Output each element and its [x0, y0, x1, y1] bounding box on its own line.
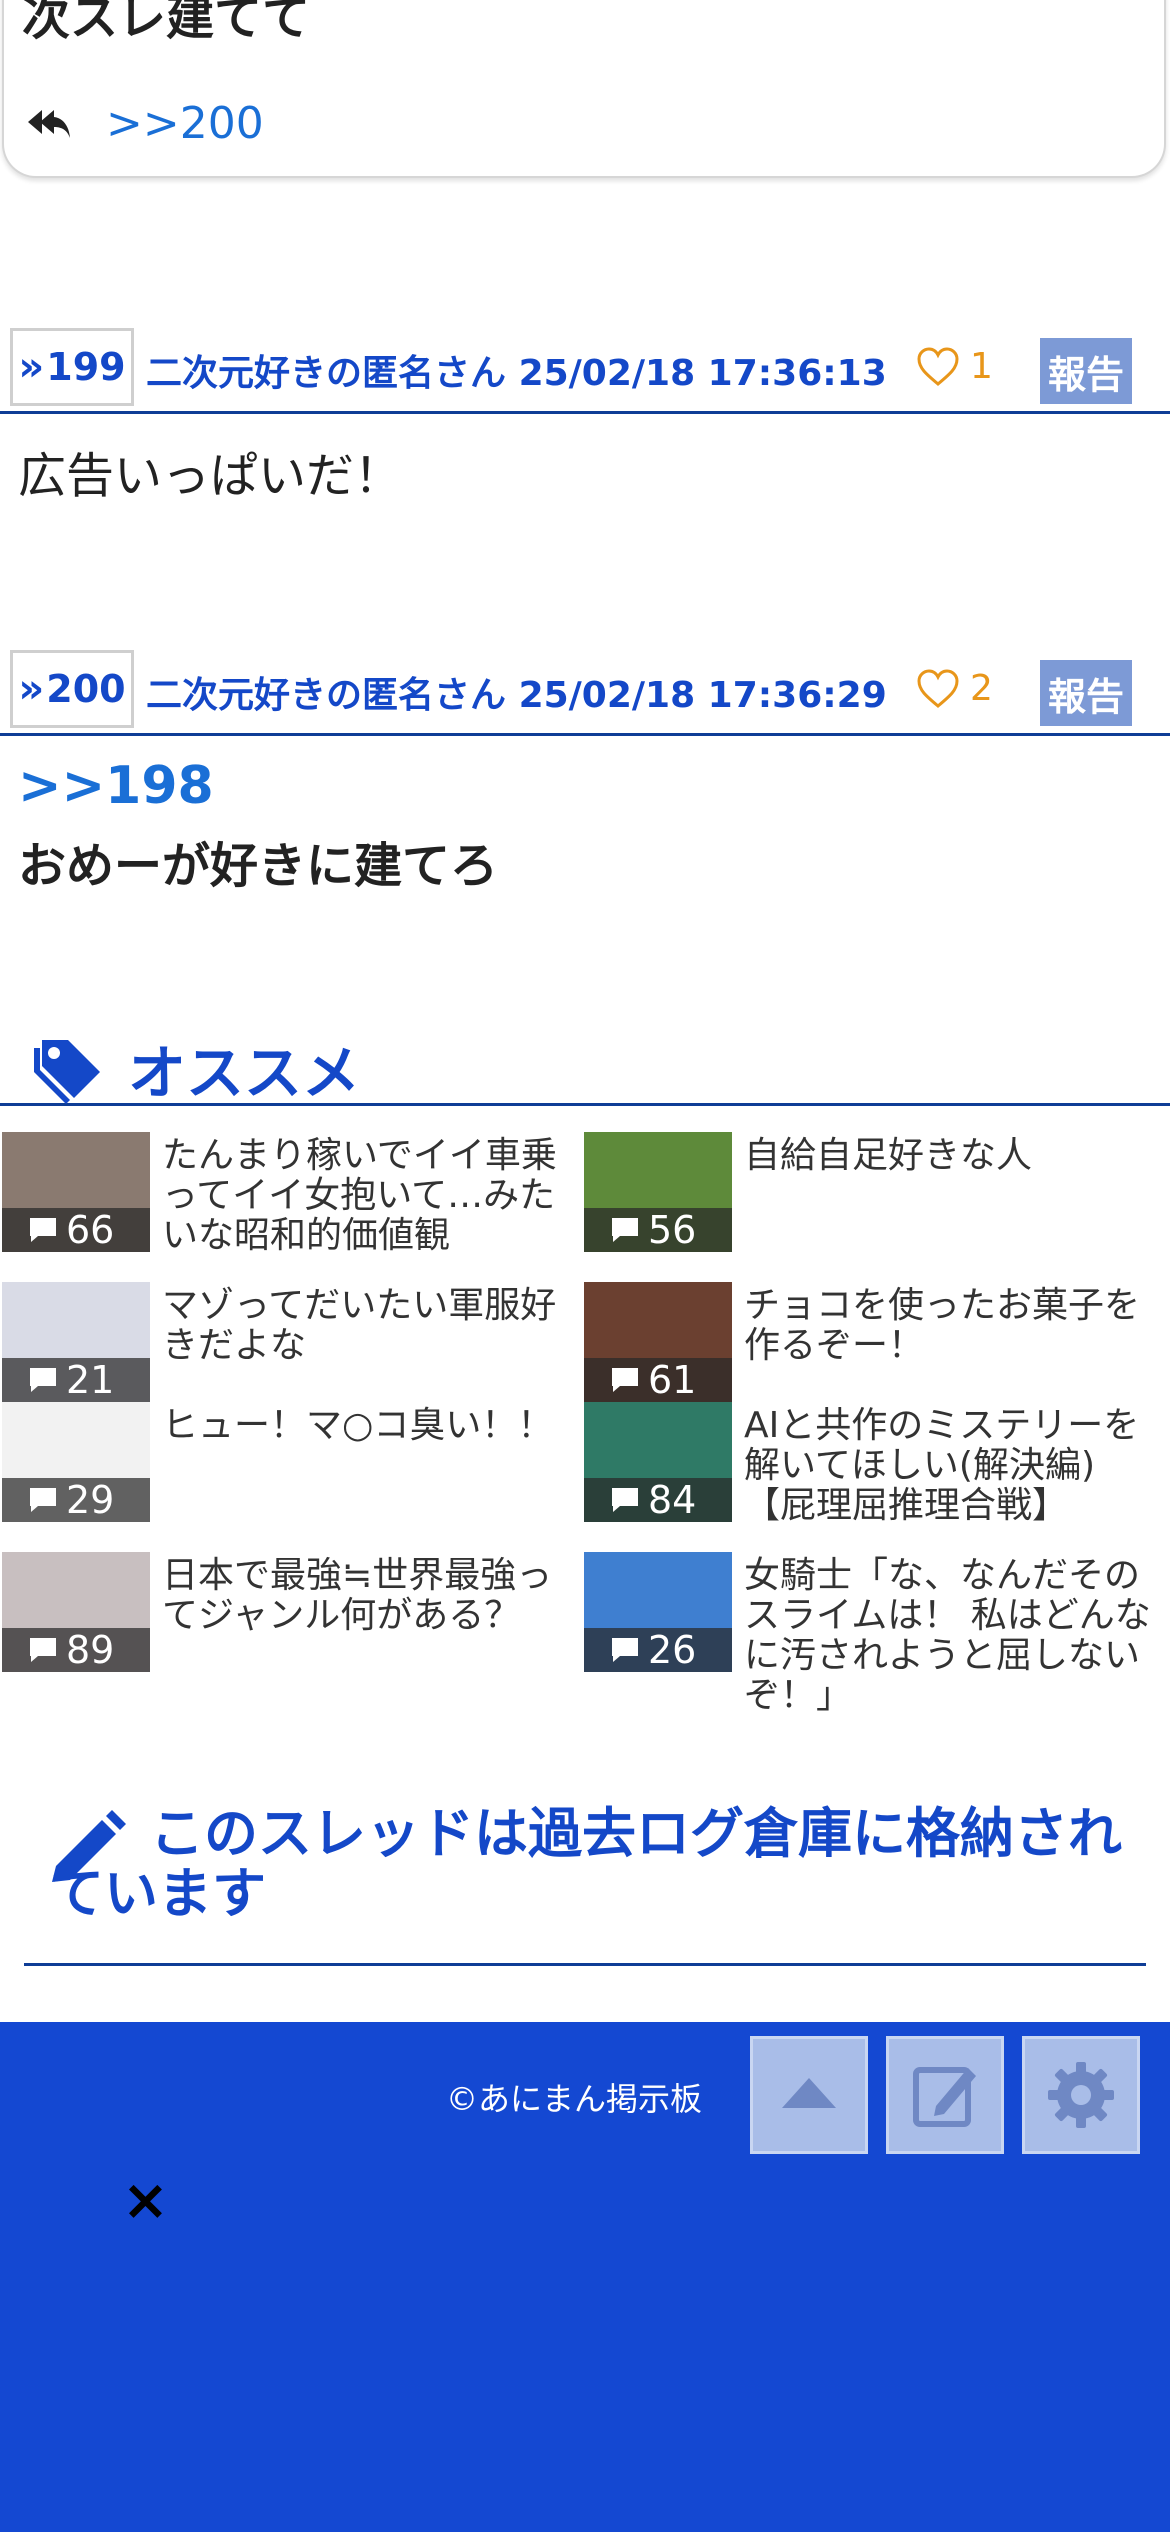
copyright: ©あにまん掲示板 [446, 2080, 703, 2118]
reply-all-icon[interactable] [24, 104, 72, 144]
post-author: 二次元好きの匿名さん [146, 353, 507, 394]
comment-count-badge: 84 [584, 1478, 732, 1522]
edit-icon [913, 2067, 976, 2127]
gear-icon [1048, 2062, 1114, 2128]
like-button[interactable]: 1 [916, 346, 993, 387]
double-chevron-icon: » [18, 344, 45, 390]
comment-count-badge: 29 [2, 1478, 150, 1522]
comment-icon [30, 1218, 56, 1242]
comment-count-badge: 66 [2, 1208, 150, 1252]
comment-icon [612, 1368, 638, 1392]
thread-thumbnail[interactable]: 66 [2, 1132, 150, 1252]
comment-count: 89 [66, 1628, 115, 1672]
like-count: 1 [970, 346, 993, 387]
post-header: » 200 二次元好きの匿名さん 25/02/18 17:36:29 2 報告 [0, 640, 1170, 736]
post-header: » 199 二次元好きの匿名さん 25/02/18 17:36:13 1 報告 [0, 318, 1170, 414]
thread-title-link[interactable]: 自給自足好きな人 [744, 1136, 1164, 1176]
double-chevron-icon: » [18, 666, 45, 712]
thread-thumbnail[interactable]: 61 [584, 1282, 732, 1402]
thread-title-link[interactable]: チョコを使ったお菓子を作るぞー！ [744, 1286, 1164, 1366]
previous-post-card: 次スレ建てて >>200 [2, 0, 1166, 178]
comment-count: 61 [648, 1358, 697, 1402]
post-datetime: 25/02/18 17:36:29 [518, 675, 887, 716]
comment-count: 56 [648, 1208, 697, 1252]
thread-thumbnail[interactable]: 26 [584, 1552, 732, 1672]
triangle-up-icon [782, 2078, 836, 2108]
post-datetime: 25/02/18 17:36:13 [518, 353, 887, 394]
recommend-title: オススメ [128, 1039, 361, 1107]
post-body-text: おめーが好きに建てろ [18, 838, 499, 894]
recommend-item[interactable]: 66 たんまり稼いでイイ車乗ってイイ女抱いて…みたいな昭和的価値観 [2, 1132, 582, 1272]
post-number-button[interactable]: » 200 [10, 650, 134, 728]
like-count: 2 [970, 668, 993, 709]
post-number: 200 [46, 667, 126, 711]
thread-title-link[interactable]: マゾってだいたい軍服好きだよな [162, 1286, 582, 1366]
comment-count: 84 [648, 1478, 697, 1522]
post-body-text: 次スレ建てて [22, 0, 311, 46]
post-body-text: 広告いっぱいだ！ [18, 448, 403, 504]
comment-count-badge: 21 [2, 1358, 150, 1402]
anchor-link[interactable]: >>198 [18, 756, 214, 816]
comment-count: 21 [66, 1358, 115, 1402]
report-button[interactable]: 報告 [1040, 338, 1132, 404]
post-meta: 二次元好きの匿名さん 25/02/18 17:36:29 [146, 666, 887, 718]
comment-icon [612, 1218, 638, 1242]
comment-count-badge: 89 [2, 1628, 150, 1672]
close-ad-button[interactable]: × [122, 2168, 169, 2233]
recommend-item[interactable]: 26 女騎士「な、なんだそのスライムは！ 私はどんなに汚されようと屈しないぞ！」 [584, 1552, 1164, 1716]
thread-thumbnail[interactable]: 29 [2, 1402, 150, 1522]
post-meta: 二次元好きの匿名さん 25/02/18 17:36:13 [146, 344, 887, 396]
archive-text: このスレッドは過去ログ倉庫に格納されています [50, 1802, 1122, 1925]
archive-notice: このスレッドは過去ログ倉庫に格納されています [24, 1800, 1146, 1966]
comment-count: 26 [648, 1628, 697, 1672]
spacer [0, 180, 1170, 300]
thread-title-link[interactable]: たんまり稼いでイイ車乗ってイイ女抱いて…みたいな昭和的価値観 [162, 1136, 582, 1256]
thread-thumbnail[interactable]: 21 [2, 1282, 150, 1402]
post-author: 二次元好きの匿名さん [146, 675, 507, 716]
thread-title-link[interactable]: AIと共作のミステリーを解いてほしい(解決編)【屁理屈推理合戦】 [744, 1406, 1164, 1526]
comment-icon [30, 1368, 56, 1392]
thread-title-link[interactable]: ヒュー！マ○コ臭い！！ [162, 1406, 582, 1446]
thread-title-link[interactable]: 女騎士「な、なんだそのスライムは！ 私はどんなに汚されようと屈しないぞ！」 [744, 1556, 1164, 1716]
recommend-item[interactable]: 61 チョコを使ったお菓子を作るぞー！ [584, 1282, 1164, 1422]
comment-icon [30, 1638, 56, 1662]
post-number: 199 [46, 345, 126, 389]
comment-icon [30, 1488, 56, 1512]
thread-title-link[interactable]: 日本で最強≒世界最強ってジャンル何がある？ [162, 1556, 582, 1636]
thread-thumbnail[interactable]: 84 [584, 1402, 732, 1522]
write-button[interactable] [886, 2036, 1004, 2154]
reply-link[interactable]: >>200 [106, 98, 264, 149]
post-number-button[interactable]: » 199 [10, 328, 134, 406]
thread-thumbnail[interactable]: 56 [584, 1132, 732, 1252]
tag-icon [34, 1040, 100, 1104]
footer: ©あにまん掲示板 × [0, 2022, 1170, 2532]
reply-row: >>200 [24, 98, 264, 149]
like-button[interactable]: 2 [916, 668, 993, 709]
comment-count-badge: 56 [584, 1208, 732, 1252]
settings-button[interactable] [1022, 2036, 1140, 2154]
recommend-header: オススメ [0, 1020, 1170, 1107]
heart-icon [917, 668, 959, 708]
comment-count: 29 [66, 1478, 115, 1522]
recommend-item[interactable]: 21 マゾってだいたい軍服好きだよな [2, 1282, 582, 1422]
recommend-item[interactable]: 56 自給自足好きな人 [584, 1132, 1164, 1272]
recommend-item[interactable]: 84 AIと共作のミステリーを解いてほしい(解決編)【屁理屈推理合戦】 [584, 1402, 1164, 1542]
report-button[interactable]: 報告 [1040, 660, 1132, 726]
comment-icon [612, 1488, 638, 1512]
comment-count-badge: 61 [584, 1358, 732, 1402]
comment-count: 66 [66, 1208, 115, 1252]
comment-count-badge: 26 [584, 1628, 732, 1672]
comment-icon [612, 1638, 638, 1662]
scroll-top-button[interactable] [750, 2036, 868, 2154]
recommend-item[interactable]: 29 ヒュー！マ○コ臭い！！ [2, 1402, 582, 1542]
heart-icon [917, 346, 959, 386]
thread-thumbnail[interactable]: 89 [2, 1552, 150, 1672]
recommend-item[interactable]: 89 日本で最強≒世界最強ってジャンル何がある？ [2, 1552, 582, 1692]
